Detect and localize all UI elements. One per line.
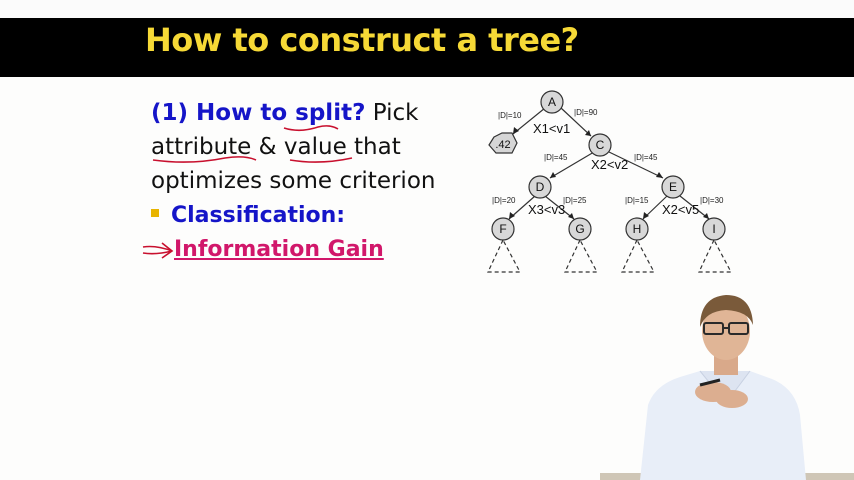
node-f-label: F [499, 222, 506, 236]
leaf-value: .42 [495, 139, 510, 151]
node-i-label: I [712, 222, 715, 236]
edge-label: |D|=10 [498, 111, 522, 120]
split-label: X2<v5 [662, 202, 699, 217]
edge-label: |D|=30 [700, 196, 724, 205]
split-label: X2<v2 [591, 157, 628, 172]
split-label: X3<v3 [528, 202, 565, 217]
node-d-label: D [536, 180, 545, 194]
edge-label: |D|=20 [492, 196, 516, 205]
node-g-label: G [575, 222, 584, 236]
edge-label: |D|=45 [544, 153, 568, 162]
split-label: X1<v1 [533, 121, 570, 136]
edge-label: |D|=45 [634, 153, 658, 162]
presenter-image [600, 295, 854, 480]
edge-label: |D|=25 [563, 196, 587, 205]
node-a-label: A [548, 95, 556, 109]
edge-label: |D|=90 [574, 108, 598, 117]
edge-label: |D|=15 [625, 196, 649, 205]
node-e-label: E [669, 180, 677, 194]
node-h-label: H [633, 222, 642, 236]
node-c-label: C [596, 138, 605, 152]
